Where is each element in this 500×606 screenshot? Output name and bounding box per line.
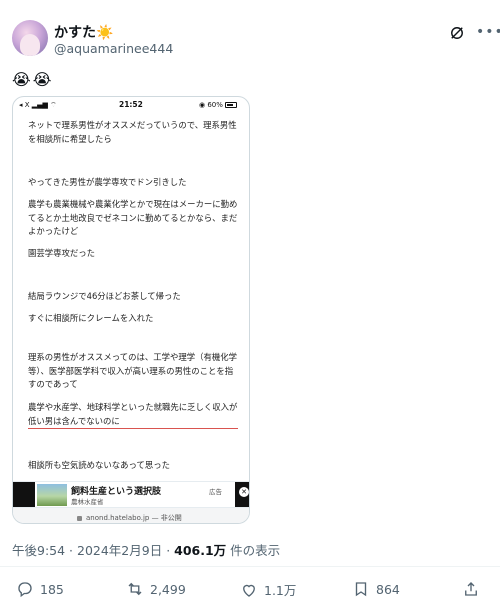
paragraph: すぐに相談所にクレームを入れた xyxy=(28,313,154,323)
lock-icon xyxy=(77,515,82,521)
paragraph: 結局ラウンジで46分ほどお茶して帰った xyxy=(28,291,181,301)
ad-label: 広告 xyxy=(209,488,222,496)
paragraph: 相談所も空気読めないなあって思った xyxy=(28,460,170,470)
phone-status-bar: ◂ X ▂▄▆ ⌔ 21:52 ◉ 60% xyxy=(13,97,249,113)
reply-button[interactable]: 185 xyxy=(16,580,64,598)
avatar[interactable] xyxy=(12,20,48,56)
repost-icon xyxy=(128,582,142,596)
paragraph: 園芸学専攻だった xyxy=(28,248,95,258)
repost-count: 2,499 xyxy=(150,581,186,597)
bookmark-count: 864 xyxy=(376,581,400,597)
ad-thumbnail xyxy=(37,484,67,506)
views-count: 406.1万 xyxy=(174,543,227,558)
share-icon xyxy=(465,582,477,596)
ad-close-icon[interactable]: ✕ xyxy=(239,487,249,497)
status-left: ◂ X ▂▄▆ ⌔ xyxy=(19,101,57,109)
attached-screenshot[interactable]: ◂ X ▂▄▆ ⌔ 21:52 ◉ 60% ネットで理系男性がオススメだっていう… xyxy=(12,96,250,524)
display-name[interactable]: かすた☀️ xyxy=(54,22,113,42)
user-handle[interactable]: @aquamarinee444 xyxy=(54,41,173,56)
like-count: 1.1万 xyxy=(264,583,297,598)
bookmark-icon xyxy=(355,582,367,597)
reply-icon xyxy=(18,582,32,598)
like-button[interactable]: 1.1万 xyxy=(240,580,296,599)
paragraph: 理系の男性がオススメってのは、工学や理学（有機化学等）、医学部医学科で収入が高い… xyxy=(28,352,237,390)
browser-url-bar: anond.hatelabo.jp — 非公開 xyxy=(13,507,249,523)
tweet-text: 😭😭 xyxy=(12,70,54,89)
repost-button[interactable]: 2,499 xyxy=(126,580,186,598)
tweet-meta: 午後9:54 · 2024年2月9日 · 406.1万 件の表示 xyxy=(12,543,281,558)
grok-icon[interactable] xyxy=(450,26,464,40)
heart-icon xyxy=(243,584,255,597)
paragraph: やってきた男性が農学専攻でドン引きした xyxy=(28,177,187,187)
divider xyxy=(0,566,500,567)
share-button[interactable] xyxy=(462,580,486,598)
tweet-header: かすた☀️ @aquamarinee444 ••• xyxy=(12,14,500,58)
battery-icon xyxy=(225,102,238,108)
ad-sponsor: 農林水産省 xyxy=(71,498,104,506)
highlighted-paragraph: 農学や水産学、地球科学といった就職先に乏しく収入が低い男は含んでないのに xyxy=(28,401,238,430)
status-battery: ◉ 60% xyxy=(199,101,238,109)
url-text: anond.hatelabo.jp — 非公開 xyxy=(86,514,182,522)
more-options-icon[interactable]: ••• xyxy=(476,24,500,40)
post-date[interactable]: 2024年2月9日 xyxy=(77,543,162,558)
battery-label: ◉ 60% xyxy=(199,101,223,109)
ad-banner[interactable]: 飼料生産という選択肢 農林水産省 広告 ✕ xyxy=(13,481,249,508)
paragraph: 農学も農業機械や農業化学とかで現在はメーカーに勤めてるとか土地改良でゼネコンに勤… xyxy=(28,199,238,237)
status-time: 21:52 xyxy=(119,100,143,109)
bookmark-button[interactable]: 864 xyxy=(352,580,400,598)
ad-left-bar xyxy=(13,482,35,508)
paragraph: ネットで理系男性がオススメだっていうので、理系男性を相談所に希望したら xyxy=(28,120,237,144)
post-time[interactable]: 午後9:54 xyxy=(12,543,65,558)
reply-count: 185 xyxy=(40,581,64,597)
views-label: 件の表示 xyxy=(230,543,281,558)
action-bar: 185 2,499 1.1万 864 xyxy=(0,578,500,602)
